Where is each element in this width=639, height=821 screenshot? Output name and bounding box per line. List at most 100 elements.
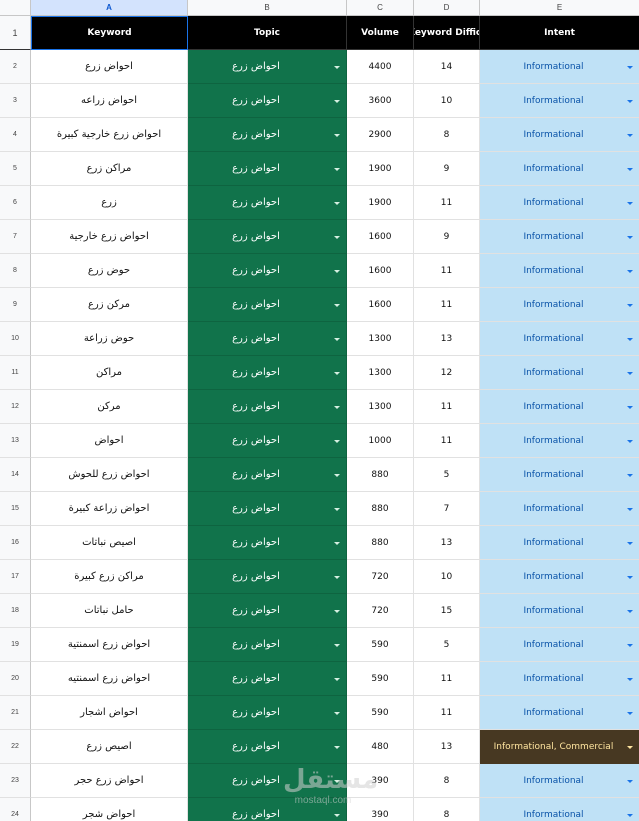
topic-dropdown-cell[interactable]: احواض زرع [188,322,347,356]
keyword-cell[interactable]: حوض زرع [31,254,188,288]
row-number[interactable]: 21 [0,696,31,730]
keyword-cell[interactable]: احواض زراعه [31,84,188,118]
difficulty-cell[interactable]: 8 [414,764,480,798]
keyword-cell[interactable]: اصيص نباتات [31,526,188,560]
header-intent-cell[interactable]: Intent [480,16,639,50]
difficulty-cell[interactable]: 11 [414,696,480,730]
difficulty-cell[interactable]: 12 [414,356,480,390]
column-header-b[interactable]: B [188,0,347,16]
keyword-cell[interactable]: زرع [31,186,188,220]
keyword-cell[interactable]: حامل نباتات [31,594,188,628]
topic-dropdown-cell[interactable]: احواض زرع [188,662,347,696]
topic-dropdown-cell[interactable]: احواض زرع [188,730,347,764]
column-header-c[interactable]: C [347,0,414,16]
keyword-cell[interactable]: احواض زراعة كبيرة [31,492,188,526]
row-number[interactable]: 17 [0,560,31,594]
column-header-d[interactable]: D [414,0,480,16]
topic-dropdown-cell[interactable]: احواض زرع [188,186,347,220]
topic-dropdown-cell[interactable]: احواض زرع [188,696,347,730]
topic-dropdown-cell[interactable]: احواض زرع [188,560,347,594]
row-number[interactable]: 6 [0,186,31,220]
intent-dropdown-cell[interactable]: Informational [480,84,639,118]
volume-cell[interactable]: 1900 [347,152,414,186]
topic-dropdown-cell[interactable]: احواض زرع [188,526,347,560]
header-difficulty-cell[interactable]: Keyword Difficulty [414,16,480,50]
keyword-cell[interactable]: احواض زرع [31,50,188,84]
intent-dropdown-cell[interactable]: Informational [480,798,639,821]
chevron-down-icon[interactable] [627,473,633,477]
topic-dropdown-cell[interactable]: احواض زرع [188,50,347,84]
volume-cell[interactable]: 720 [347,594,414,628]
row-number[interactable]: 23 [0,764,31,798]
chevron-down-icon[interactable] [334,507,340,511]
topic-dropdown-cell[interactable]: احواض زرع [188,424,347,458]
difficulty-cell[interactable]: 11 [414,254,480,288]
row-number[interactable]: 2 [0,50,31,84]
chevron-down-icon[interactable] [627,779,633,783]
row-number[interactable]: 13 [0,424,31,458]
difficulty-cell[interactable]: 7 [414,492,480,526]
chevron-down-icon[interactable] [627,337,633,341]
row-number[interactable]: 16 [0,526,31,560]
volume-cell[interactable]: 880 [347,458,414,492]
chevron-down-icon[interactable] [627,439,633,443]
difficulty-cell[interactable]: 13 [414,322,480,356]
topic-dropdown-cell[interactable]: احواض زرع [188,254,347,288]
chevron-down-icon[interactable] [627,711,633,715]
chevron-down-icon[interactable] [334,269,340,273]
volume-cell[interactable]: 880 [347,492,414,526]
row-number[interactable]: 24 [0,798,31,821]
row-number[interactable]: 18 [0,594,31,628]
intent-dropdown-cell[interactable]: Informational [480,424,639,458]
difficulty-cell[interactable]: 11 [414,186,480,220]
volume-cell[interactable]: 1300 [347,356,414,390]
header-keyword-cell[interactable]: Keyword [31,16,188,50]
topic-dropdown-cell[interactable]: احواض زرع [188,390,347,424]
keyword-cell[interactable]: مراكن زرع كبيرة [31,560,188,594]
topic-dropdown-cell[interactable]: احواض زرع [188,118,347,152]
keyword-cell[interactable]: احواض زرع اسمنتية [31,628,188,662]
intent-dropdown-cell[interactable]: Informational [480,628,639,662]
difficulty-cell[interactable]: 9 [414,220,480,254]
volume-cell[interactable]: 1600 [347,288,414,322]
chevron-down-icon[interactable] [627,235,633,239]
intent-dropdown-cell[interactable]: Informational [480,390,639,424]
select-all-corner[interactable] [0,0,31,16]
topic-dropdown-cell[interactable]: احواض زرع [188,152,347,186]
difficulty-cell[interactable]: 15 [414,594,480,628]
volume-cell[interactable]: 3600 [347,84,414,118]
topic-dropdown-cell[interactable]: احواض زرع [188,628,347,662]
difficulty-cell[interactable]: 11 [414,662,480,696]
intent-dropdown-cell[interactable]: Informational [480,356,639,390]
row-number[interactable]: 14 [0,458,31,492]
topic-dropdown-cell[interactable]: احواض زرع [188,492,347,526]
chevron-down-icon[interactable] [627,813,633,817]
volume-cell[interactable]: 1900 [347,186,414,220]
volume-cell[interactable]: 480 [347,730,414,764]
chevron-down-icon[interactable] [627,643,633,647]
chevron-down-icon[interactable] [334,235,340,239]
volume-cell[interactable]: 1600 [347,220,414,254]
chevron-down-icon[interactable] [334,643,340,647]
intent-dropdown-cell[interactable]: Informational [480,186,639,220]
difficulty-cell[interactable]: 8 [414,798,480,821]
volume-cell[interactable]: 1600 [347,254,414,288]
chevron-down-icon[interactable] [334,439,340,443]
intent-dropdown-cell[interactable]: Informational, Commercial [480,730,639,764]
row-number[interactable]: 9 [0,288,31,322]
intent-dropdown-cell[interactable]: Informational [480,492,639,526]
column-header-a[interactable]: A [31,0,188,16]
chevron-down-icon[interactable] [627,677,633,681]
chevron-down-icon[interactable] [334,303,340,307]
volume-cell[interactable]: 590 [347,662,414,696]
keyword-cell[interactable]: احواض زرع خارجية [31,220,188,254]
topic-dropdown-cell[interactable]: احواض زرع [188,288,347,322]
topic-dropdown-cell[interactable]: احواض زرع [188,84,347,118]
intent-dropdown-cell[interactable]: Informational [480,50,639,84]
chevron-down-icon[interactable] [334,133,340,137]
intent-dropdown-cell[interactable]: Informational [480,458,639,492]
intent-dropdown-cell[interactable]: Informational [480,152,639,186]
chevron-down-icon[interactable] [627,167,633,171]
intent-dropdown-cell[interactable]: Informational [480,118,639,152]
keyword-cell[interactable]: مركن [31,390,188,424]
